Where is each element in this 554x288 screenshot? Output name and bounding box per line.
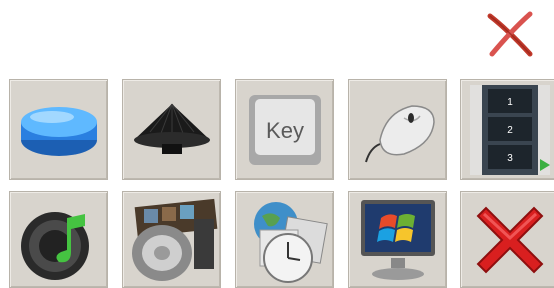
mouse-tile[interactable] bbox=[348, 79, 447, 180]
close-x-icon bbox=[487, 11, 533, 57]
date-time-tile[interactable] bbox=[235, 191, 334, 288]
frame-number-3: 3 bbox=[507, 153, 513, 164]
filmstrip-tile[interactable]: 1 2 3 bbox=[460, 79, 554, 180]
blue-push-button-icon bbox=[20, 106, 97, 156]
filmstrip-icon: 1 2 3 bbox=[469, 84, 550, 175]
computer-mouse-icon bbox=[364, 104, 435, 162]
multimedia-tile[interactable] bbox=[122, 191, 221, 288]
red-x-icon bbox=[476, 206, 543, 273]
globe-clock-calendar-icon bbox=[253, 201, 328, 283]
music-speaker-icon bbox=[20, 211, 89, 280]
key-label: Key bbox=[266, 118, 304, 143]
frame-number-1: 1 bbox=[507, 97, 513, 108]
keyboard-key-icon: Key bbox=[248, 94, 321, 165]
keyboard-key-tile[interactable]: Key bbox=[235, 79, 334, 180]
windows-monitor-icon bbox=[360, 199, 435, 280]
cone-button-tile[interactable] bbox=[122, 79, 221, 180]
blue-button-tile[interactable] bbox=[9, 79, 108, 180]
music-tile[interactable] bbox=[9, 191, 108, 288]
close-button[interactable] bbox=[484, 8, 536, 60]
cancel-tile[interactable] bbox=[460, 191, 554, 288]
windows-tile[interactable] bbox=[348, 191, 447, 288]
speaker-film-icon bbox=[131, 198, 217, 281]
black-cone-button-icon bbox=[133, 103, 210, 154]
frame-number-2: 2 bbox=[507, 125, 513, 136]
